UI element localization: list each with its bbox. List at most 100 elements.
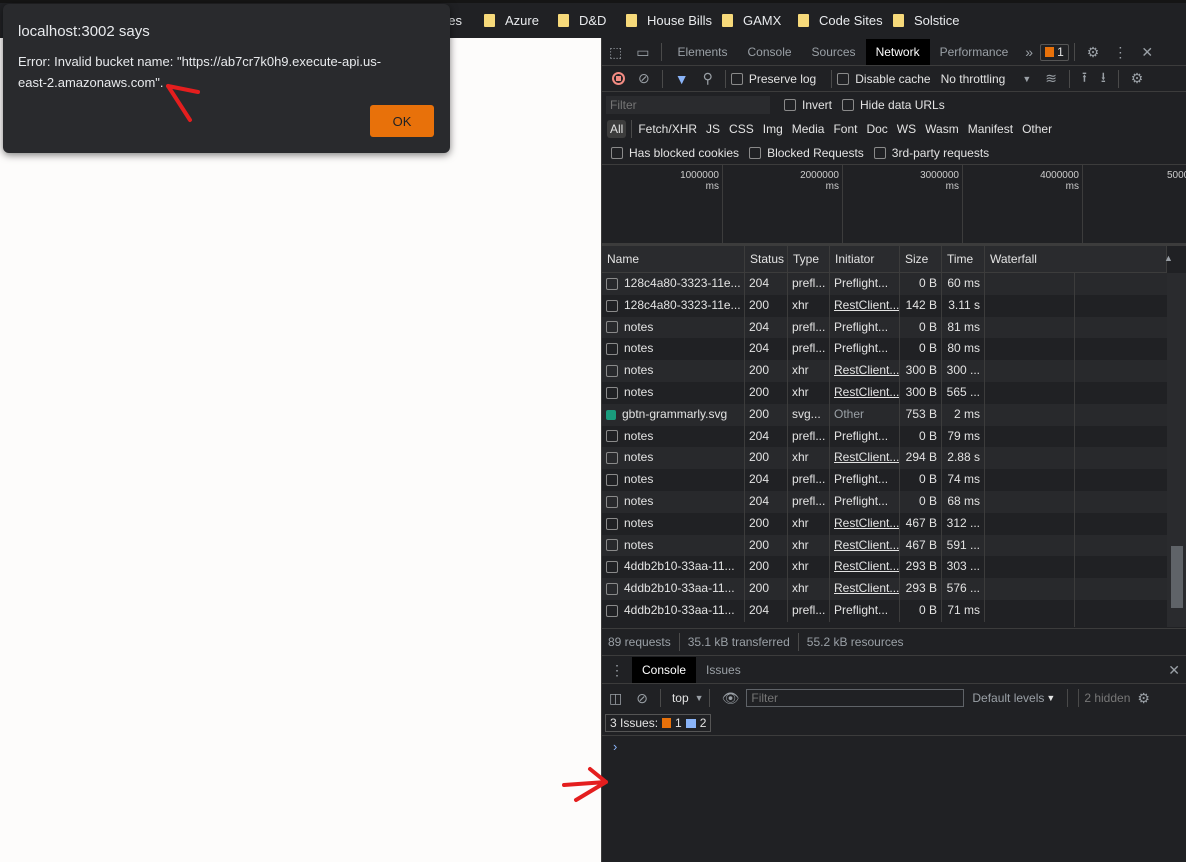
scrollbar-thumb[interactable] (1171, 546, 1183, 608)
cell-initiator[interactable]: RestClient... (830, 512, 900, 535)
column-header-type[interactable]: Type (788, 246, 830, 273)
network-overview[interactable]: 1000000 ms 2000000 ms 3000000 ms 4000000 ms… (602, 165, 1186, 246)
type-filter-wasm[interactable]: Wasm (925, 122, 959, 136)
table-row[interactable]: 4ddb2b10-33aa-11... 200 xhr RestClient... 29… (602, 556, 1167, 579)
drawer-tab-console[interactable]: Console (632, 657, 697, 683)
type-filter-js[interactable]: JS (706, 122, 720, 136)
tab-console[interactable]: Console (738, 39, 802, 65)
cell-initiator[interactable]: RestClient... (830, 382, 900, 404)
filter-icon[interactable]: ▼ (675, 71, 689, 87)
table-row[interactable]: notes 200 xhr RestClient... 294 B 2.88 s (602, 447, 1167, 470)
blocked-requests-checkbox[interactable] (749, 147, 762, 159)
close-drawer-icon[interactable]: ✕ (1168, 662, 1180, 679)
log-levels-select[interactable]: Default levels (972, 691, 1044, 705)
third-party-checkbox[interactable] (873, 147, 886, 159)
type-filter-manifest[interactable]: Manifest (968, 122, 1013, 136)
cell-initiator[interactable]: RestClient... (830, 294, 900, 317)
tab-network[interactable]: Network (865, 39, 930, 65)
type-filter-media[interactable]: Media (792, 122, 825, 136)
bookmark-item[interactable]: Code Sites (798, 13, 883, 28)
preserve-log-checkbox[interactable] (730, 72, 743, 85)
levels-chevron-icon[interactable]: ▼ (1046, 693, 1055, 703)
sort-ascending-icon[interactable]: ▲ (1164, 253, 1173, 263)
type-filter-all[interactable]: All (607, 120, 627, 138)
table-row[interactable]: notes 204 prefl... Preflight... 0 B 79 ms (602, 425, 1167, 448)
export-har-icon[interactable]: ⭳ (1101, 67, 1106, 91)
issues-counter[interactable]: 3 Issues: 1 2 (605, 714, 712, 732)
context-chevron-icon[interactable]: ▼ (695, 693, 704, 703)
context-select[interactable]: top (672, 691, 689, 705)
console-filter-input[interactable] (746, 689, 965, 707)
cell-initiator[interactable]: RestClient... (830, 556, 900, 579)
type-filter-css[interactable]: CSS (729, 122, 754, 136)
table-row[interactable]: gbtn-grammarly.svg 200 svg... Other 753 B 2 m… (602, 403, 1167, 426)
sidebar-toggle-icon[interactable]: ◫ (609, 690, 622, 707)
issues-badge[interactable]: 1 (1040, 43, 1069, 61)
cell-size: 300 B (900, 360, 942, 383)
tab-elements[interactable]: Elements (667, 39, 737, 65)
drawer-menu-icon[interactable]: ⋮ (610, 662, 624, 679)
throttling-select[interactable]: No throttling (941, 72, 1006, 86)
column-header-size[interactable]: Size (900, 246, 942, 273)
table-row[interactable]: notes 204 prefl... Preflight... 0 B 80 ms (602, 338, 1167, 361)
console-prompt[interactable]: › (613, 739, 617, 754)
table-row[interactable]: notes 204 prefl... Preflight... 0 B 74 ms (602, 469, 1167, 492)
type-filter-ws[interactable]: WS (897, 122, 916, 136)
blocked-cookies-checkbox[interactable] (611, 147, 623, 159)
invert-checkbox[interactable] (784, 99, 796, 111)
more-options-icon[interactable]: ⋮ (1113, 44, 1127, 61)
table-row[interactable]: notes 200 xhr RestClient... 467 B 312 ... (602, 512, 1167, 535)
hide-data-urls-checkbox[interactable] (842, 99, 855, 111)
column-header-time[interactable]: Time (942, 246, 985, 273)
column-header-waterfall[interactable]: Waterfall (985, 246, 1167, 273)
clear-icon[interactable]: ⊘ (638, 70, 650, 87)
disable-cache-checkbox[interactable] (837, 72, 850, 85)
clear-console-icon[interactable]: ⊘ (636, 690, 648, 707)
type-filter-fetch-xhr[interactable]: Fetch/XHR (638, 122, 697, 136)
console-settings-icon[interactable]: ⚙ (1137, 690, 1150, 707)
filter-input[interactable] (606, 96, 770, 114)
table-row[interactable]: notes 204 prefl... Preflight... 0 B 68 ms (602, 491, 1167, 513)
cell-initiator[interactable]: RestClient... (830, 578, 900, 601)
table-row[interactable]: 128c4a80-3323-11e... 204 prefl... Preflight… (602, 273, 1167, 295)
folder-icon (558, 14, 569, 27)
close-icon[interactable]: ✕ (1141, 44, 1153, 61)
type-filter-img[interactable]: Img (763, 122, 783, 136)
chevron-down-icon[interactable]: ▼ (1022, 74, 1031, 84)
type-filter-font[interactable]: Font (833, 122, 857, 136)
tab-performance[interactable]: Performance (930, 39, 1019, 65)
settings-icon[interactable]: ⚙ (1087, 44, 1100, 61)
table-row[interactable]: 128c4a80-3323-11e... 200 xhr RestClient... 1… (602, 294, 1167, 317)
table-row[interactable]: notes 204 prefl... Preflight... 0 B 81 ms (602, 316, 1167, 339)
network-conditions-icon[interactable]: ≋ (1045, 70, 1057, 87)
column-header-status[interactable]: Status (745, 246, 788, 273)
cell-initiator[interactable]: RestClient... (830, 360, 900, 383)
table-row[interactable]: notes 200 xhr RestClient... 300 B 300 ... (602, 360, 1167, 383)
type-filter-doc[interactable]: Doc (866, 122, 887, 136)
live-expression-eye-icon[interactable]: 👁 (722, 690, 740, 707)
table-row[interactable]: notes 200 xhr RestClient... 300 B 565 ... (602, 382, 1167, 404)
bookmark-item[interactable]: Solstice (893, 13, 960, 28)
import-har-icon[interactable]: ⭱ (1082, 67, 1087, 91)
tab-sources[interactable]: Sources (802, 39, 866, 65)
bookmark-item[interactable]: House Bills (626, 13, 712, 28)
column-header-initiator[interactable]: Initiator (830, 246, 900, 273)
device-toolbar-icon[interactable]: ▭ (636, 44, 649, 61)
bookmark-item[interactable]: Azure (484, 13, 539, 28)
drawer-tab-issues[interactable]: Issues (696, 657, 751, 683)
inspect-element-icon[interactable]: ⬚ (609, 44, 622, 61)
ok-button[interactable]: OK (370, 105, 434, 137)
table-row[interactable]: 4ddb2b10-33aa-11... 204 prefl... Preflight.… (602, 600, 1167, 622)
table-row[interactable]: 4ddb2b10-33aa-11... 200 xhr RestClient... 29… (602, 578, 1167, 601)
cell-initiator[interactable]: RestClient... (830, 534, 900, 557)
bookmark-item[interactable]: D&D (558, 13, 606, 28)
more-tabs-icon[interactable]: » (1025, 44, 1033, 60)
bookmark-item[interactable]: GAMX (722, 13, 781, 28)
column-header-name[interactable]: Name (602, 246, 745, 273)
search-icon[interactable]: ⚲ (703, 70, 713, 87)
table-row[interactable]: notes 200 xhr RestClient... 467 B 591 ... (602, 534, 1167, 557)
record-icon[interactable] (612, 72, 625, 85)
cell-initiator[interactable]: RestClient... (830, 447, 900, 470)
type-filter-other[interactable]: Other (1022, 122, 1052, 136)
network-settings-icon[interactable]: ⚙ (1131, 70, 1144, 87)
